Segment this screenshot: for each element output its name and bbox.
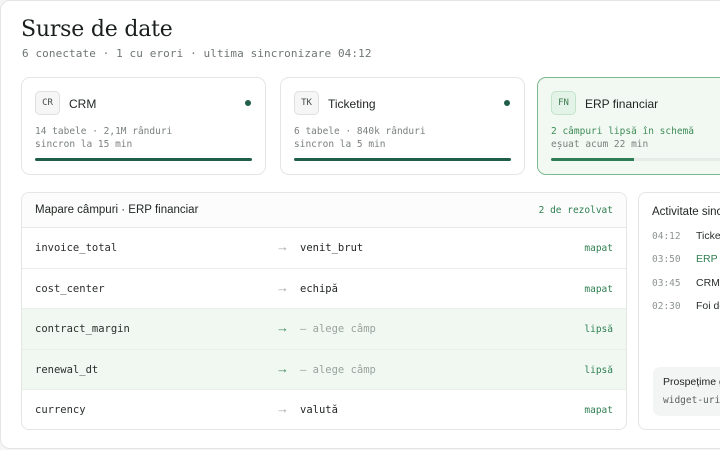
source-card-crm[interactable]: CR CRM 14 tabele · 2,1M rânduri sincron … bbox=[21, 77, 266, 175]
mapping-row[interactable]: invoice_total → venit_brut mapat bbox=[22, 228, 626, 269]
source-name: CRM bbox=[69, 97, 97, 111]
source-field: renewal_dt bbox=[35, 363, 99, 376]
source-field: currency bbox=[35, 404, 86, 416]
arrow-right-icon: → bbox=[276, 279, 289, 295]
activity-item[interactable]: 04:12 Ticket bbox=[652, 230, 720, 242]
activity-text: ERP fi bbox=[696, 253, 720, 265]
source-stats: 6 tabele · 840k rânduri bbox=[294, 126, 426, 137]
source-error: 2 câmpuri lipsă în schemă bbox=[551, 126, 694, 137]
source-sync: eșuat acum 22 min bbox=[551, 139, 649, 150]
status-dot bbox=[504, 100, 510, 106]
mapping-status: mapat bbox=[584, 243, 613, 254]
source-field: cost_center bbox=[35, 282, 105, 295]
panel-header: Mapare câmpuri · ERP financiar 2 de rezo… bbox=[22, 193, 626, 228]
activity-time: 03:50 bbox=[652, 254, 681, 265]
mapping-status: mapat bbox=[584, 405, 613, 416]
source-badge: CR bbox=[35, 91, 60, 115]
sync-progress-fill bbox=[551, 158, 635, 161]
freshness-box: Prospețime g widget-uril bbox=[653, 367, 720, 416]
panel-title: Mapare câmpuri · ERP financiar bbox=[35, 204, 199, 216]
source-card-erp[interactable]: FN ERP financiar 2 câmpuri lipsă în sche… bbox=[537, 77, 720, 175]
field-picker[interactable]: — alege câmp bbox=[300, 364, 376, 376]
panel-title: Activitate sinc bbox=[652, 206, 720, 218]
target-field[interactable]: venit_brut bbox=[300, 242, 363, 254]
unresolved-count: 2 de rezolvat bbox=[538, 205, 613, 216]
activity-text: Ticket bbox=[696, 230, 720, 242]
mapping-row[interactable]: cost_center → echipă mapat bbox=[22, 269, 626, 309]
field-picker[interactable]: — alege câmp bbox=[300, 323, 376, 335]
sync-progress-fill bbox=[35, 158, 252, 161]
activity-time: 03:45 bbox=[652, 278, 681, 289]
sync-progress-fill bbox=[294, 158, 511, 161]
page-subtitle: 6 conectate · 1 cu erori · ultima sincro… bbox=[22, 47, 372, 60]
arrow-right-icon: → bbox=[276, 320, 289, 335]
target-field[interactable]: valută bbox=[300, 404, 338, 416]
mapping-status: lipsă bbox=[584, 324, 613, 335]
source-stats: 14 tabele · 2,1M rânduri bbox=[35, 126, 173, 137]
freshness-title: Prospețime g bbox=[663, 376, 720, 388]
mapping-status: lipsă bbox=[584, 364, 613, 376]
source-name: ERP financiar bbox=[585, 97, 659, 111]
arrow-right-icon: → bbox=[276, 401, 289, 416]
page-title: Surse de date bbox=[21, 17, 173, 42]
app-frame: Surse de date 6 conectate · 1 cu erori ·… bbox=[0, 0, 720, 449]
activity-time: 04:12 bbox=[652, 231, 681, 242]
arrow-right-icon: → bbox=[276, 239, 289, 254]
freshness-code: widget-uril bbox=[663, 395, 720, 406]
activity-text: Foi de bbox=[696, 300, 720, 312]
source-badge: FN bbox=[551, 91, 576, 115]
sync-activity-panel: Activitate sinc 04:12Ticket 03:50ERP fi … bbox=[638, 192, 720, 430]
activity-text: CRM - bbox=[696, 277, 720, 289]
target-field[interactable]: echipă bbox=[300, 283, 338, 295]
activity-time: 02:30 bbox=[652, 301, 681, 312]
source-field: contract_margin bbox=[35, 323, 130, 335]
arrow-right-icon: → bbox=[276, 360, 289, 376]
mapping-row[interactable]: currency → valută mapat bbox=[22, 390, 626, 429]
activity-item[interactable]: 02:30 Foi de bbox=[652, 300, 720, 312]
mapping-row[interactable]: renewal_dt → — alege câmp lipsă bbox=[22, 349, 626, 390]
sync-progress-bar bbox=[35, 158, 252, 161]
source-sync: sincron la 5 min bbox=[294, 139, 386, 150]
source-name: Ticketing bbox=[328, 97, 376, 111]
source-sync: sincron la 15 min bbox=[35, 139, 133, 150]
source-field: invoice_total bbox=[35, 242, 118, 254]
mapping-status: mapat bbox=[584, 283, 613, 295]
activity-item[interactable]: 03:45 CRM - bbox=[652, 277, 720, 289]
sync-progress-bar bbox=[551, 158, 720, 161]
sync-progress-bar bbox=[294, 158, 511, 161]
source-badge: TK bbox=[294, 91, 319, 115]
mapping-row[interactable]: contract_margin → — alege câmp lipsă bbox=[22, 309, 626, 350]
source-card-ticketing[interactable]: TK Ticketing 6 tabele · 840k rânduri sin… bbox=[280, 77, 525, 175]
field-mapping-panel: Mapare câmpuri · ERP financiar 2 de rezo… bbox=[21, 192, 627, 430]
status-dot bbox=[245, 100, 251, 106]
activity-item[interactable]: 03:50 ERP fi bbox=[652, 253, 720, 265]
